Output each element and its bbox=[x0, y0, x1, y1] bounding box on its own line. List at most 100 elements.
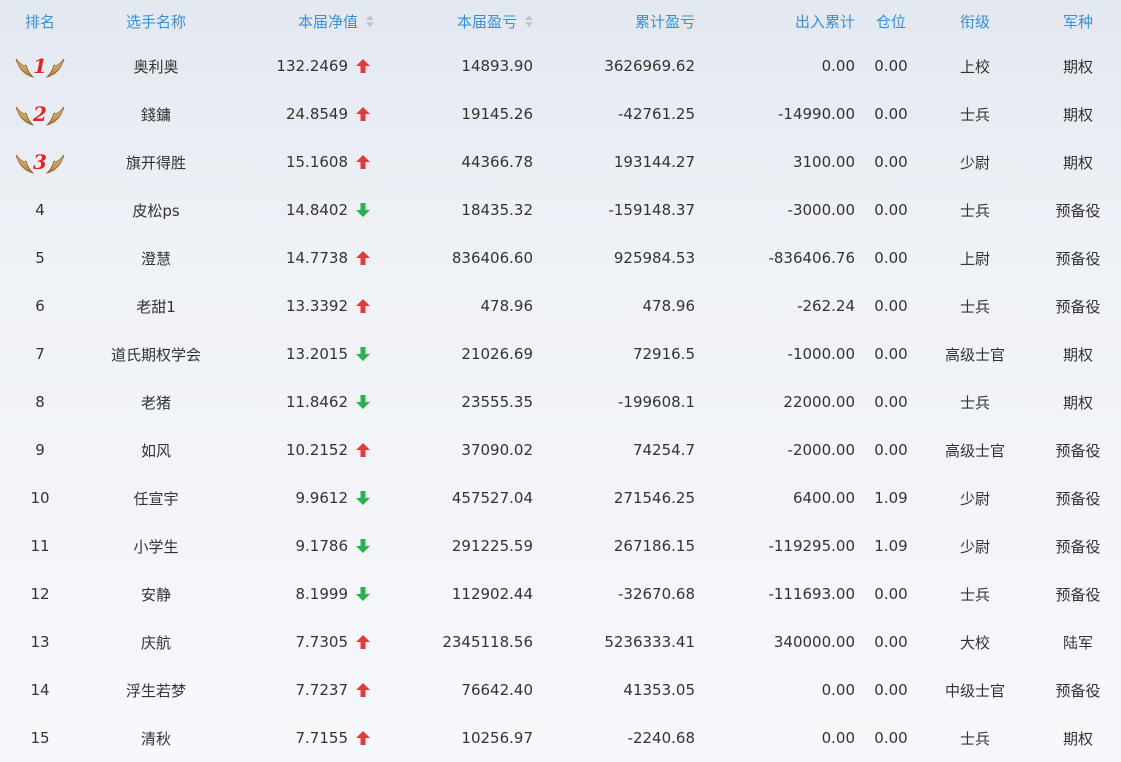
nav-value: 8.1999 bbox=[295, 585, 349, 603]
nav-value: 24.8549 bbox=[285, 105, 348, 123]
player-name[interactable]: 奥利奥 bbox=[90, 42, 222, 90]
table-row[interactable]: 3 旗开得胜 15.1608 44366.78 193144.27 3100.00 0.00… bbox=[0, 138, 1121, 186]
nav-value: 9.1786 bbox=[295, 537, 349, 555]
position: 0.00 bbox=[874, 201, 908, 219]
in-out-total: 0.00 bbox=[821, 57, 855, 75]
player-name[interactable]: 皮松ps bbox=[90, 186, 222, 234]
player-name[interactable]: 庆航 bbox=[90, 618, 222, 666]
player-name[interactable]: 浮生若梦 bbox=[90, 666, 222, 714]
position: 0.00 bbox=[874, 393, 908, 411]
cumulative-pnl: 74254.7 bbox=[632, 441, 695, 459]
table-row[interactable]: 12 安静 8.1999 112902.44 -32670.68 -111693.00 0.… bbox=[0, 570, 1121, 618]
table-row[interactable]: 7 道氏期权学会 13.2015 21026.69 72916.5 -1000.00 0.0… bbox=[0, 330, 1121, 378]
header-nav-label: 本届净值 bbox=[297, 12, 358, 31]
position: 0.00 bbox=[874, 633, 908, 651]
rank-number: 15 bbox=[30, 729, 50, 747]
arrow-up-icon bbox=[352, 138, 374, 186]
header-branch: 军种 bbox=[1062, 12, 1093, 31]
header-rank: 排名 bbox=[24, 12, 55, 31]
header-current-pnl[interactable]: 本届盈亏 bbox=[400, 0, 533, 42]
current-pnl: 23555.35 bbox=[461, 393, 533, 411]
grade: 中级士官 bbox=[944, 681, 1005, 700]
header-name: 选手名称 bbox=[125, 12, 186, 31]
player-name[interactable]: 旗开得胜 bbox=[90, 138, 222, 186]
position: 0.00 bbox=[874, 249, 908, 267]
rank-number: 5 bbox=[35, 249, 45, 267]
table-row[interactable]: 10 任宣宇 9.9612 457527.04 271546.25 6400.00 1.09… bbox=[0, 474, 1121, 522]
header-nav[interactable]: 本届净值 bbox=[240, 0, 374, 42]
table-row[interactable]: 14 浮生若梦 7.7237 76642.40 41353.05 0.00 0.00 中级士官… bbox=[0, 666, 1121, 714]
current-pnl: 21026.69 bbox=[461, 345, 533, 363]
grade: 大校 bbox=[959, 633, 990, 652]
grade: 高级士官 bbox=[944, 345, 1005, 364]
current-pnl: 44366.78 bbox=[461, 153, 533, 171]
table-row[interactable]: 8 老猪 11.8462 23555.35 -199608.1 22000.00 0.00 士… bbox=[0, 378, 1121, 426]
cumulative-pnl: -2240.68 bbox=[627, 729, 695, 747]
player-name[interactable]: 老甜1 bbox=[90, 282, 222, 330]
branch: 期权 bbox=[1062, 729, 1093, 748]
nav-value: 15.1608 bbox=[285, 153, 348, 171]
nav-value: 14.7738 bbox=[285, 249, 348, 267]
sort-icon[interactable] bbox=[366, 14, 374, 28]
position: 1.09 bbox=[874, 537, 908, 555]
rank-medal: 1 bbox=[0, 42, 80, 90]
table-row[interactable]: 9 如风 10.2152 37090.02 74254.7 -2000.00 0.00 高级士… bbox=[0, 426, 1121, 474]
rank-number: 14 bbox=[30, 681, 50, 699]
rank-number: 12 bbox=[30, 585, 50, 603]
player-name[interactable]: 老猪 bbox=[90, 378, 222, 426]
current-pnl: 19145.26 bbox=[461, 105, 533, 123]
table-body: 1 奥利奥 132.2469 14893.90 3626969.62 0.00 0.00 上校… bbox=[0, 42, 1121, 762]
table-row[interactable]: 1 奥利奥 132.2469 14893.90 3626969.62 0.00 0.00 上校… bbox=[0, 42, 1121, 90]
table-row[interactable]: 13 庆航 7.7305 2345118.56 5236333.41 340000.00 0… bbox=[0, 618, 1121, 666]
player-name[interactable]: 任宣宇 bbox=[90, 474, 222, 522]
grade: 少尉 bbox=[959, 489, 990, 508]
arrow-up-icon bbox=[352, 618, 374, 666]
player-name[interactable]: 小学生 bbox=[90, 522, 222, 570]
branch: 期权 bbox=[1062, 393, 1093, 412]
sort-icon[interactable] bbox=[525, 14, 533, 28]
in-out-total: 22000.00 bbox=[783, 393, 855, 411]
nav-value: 10.2152 bbox=[285, 441, 348, 459]
player-name[interactable]: 澄慧 bbox=[90, 234, 222, 282]
player-name[interactable]: 安静 bbox=[90, 570, 222, 618]
in-out-total: -262.24 bbox=[797, 297, 855, 315]
branch: 期权 bbox=[1062, 153, 1093, 172]
arrow-down-icon bbox=[352, 570, 374, 618]
current-pnl: 18435.32 bbox=[461, 201, 533, 219]
table-row[interactable]: 4 皮松ps 14.8402 18435.32 -159148.37 -3000.00 0.… bbox=[0, 186, 1121, 234]
player-name[interactable]: 清秋 bbox=[90, 714, 222, 762]
rank-number: 7 bbox=[35, 345, 45, 363]
in-out-total: 3100.00 bbox=[792, 153, 855, 171]
rank-medal: 3 bbox=[0, 138, 80, 186]
cumulative-pnl: 41353.05 bbox=[623, 681, 695, 699]
cumulative-pnl: -159148.37 bbox=[608, 201, 695, 219]
table-row[interactable]: 5 澄慧 14.7738 836406.60 925984.53 -836406.76 0.… bbox=[0, 234, 1121, 282]
current-pnl: 291225.59 bbox=[451, 537, 533, 555]
player-name[interactable]: 錢鏞 bbox=[90, 90, 222, 138]
current-pnl: 836406.60 bbox=[451, 249, 533, 267]
branch: 预备役 bbox=[1055, 681, 1101, 700]
grade: 上尉 bbox=[959, 249, 990, 268]
branch: 预备役 bbox=[1055, 441, 1101, 460]
ranking-table: 排名 选手名称 本届净值 本届盈亏 累计盈亏 出入累计 仓位 衔级 军种 1 奥利… bbox=[0, 0, 1121, 762]
current-pnl: 14893.90 bbox=[461, 57, 533, 75]
table-row[interactable]: 15 清秋 7.7155 10256.97 -2240.68 0.00 0.00 士兵 期权 bbox=[0, 714, 1121, 762]
nav-value: 13.3392 bbox=[285, 297, 348, 315]
nav-value: 7.7237 bbox=[295, 681, 349, 699]
position: 1.09 bbox=[874, 489, 908, 507]
arrow-down-icon bbox=[352, 474, 374, 522]
nav-value: 14.8402 bbox=[285, 201, 348, 219]
branch: 期权 bbox=[1062, 57, 1093, 76]
player-name[interactable]: 如风 bbox=[90, 426, 222, 474]
branch: 预备役 bbox=[1055, 489, 1101, 508]
in-out-total: -111693.00 bbox=[768, 585, 855, 603]
table-row[interactable]: 2 錢鏞 24.8549 19145.26 -42761.25 -14990.00 0.00… bbox=[0, 90, 1121, 138]
cumulative-pnl: -32670.68 bbox=[618, 585, 695, 603]
table-row[interactable]: 11 小学生 9.1786 291225.59 267186.15 -119295.00 1… bbox=[0, 522, 1121, 570]
table-row[interactable]: 6 老甜1 13.3392 478.96 478.96 -262.24 0.00 士兵 预备役 bbox=[0, 282, 1121, 330]
branch: 预备役 bbox=[1055, 297, 1101, 316]
current-pnl: 2345118.56 bbox=[442, 633, 533, 651]
nav-value: 9.9612 bbox=[295, 489, 349, 507]
player-name[interactable]: 道氏期权学会 bbox=[90, 330, 222, 378]
arrow-up-icon bbox=[352, 282, 374, 330]
